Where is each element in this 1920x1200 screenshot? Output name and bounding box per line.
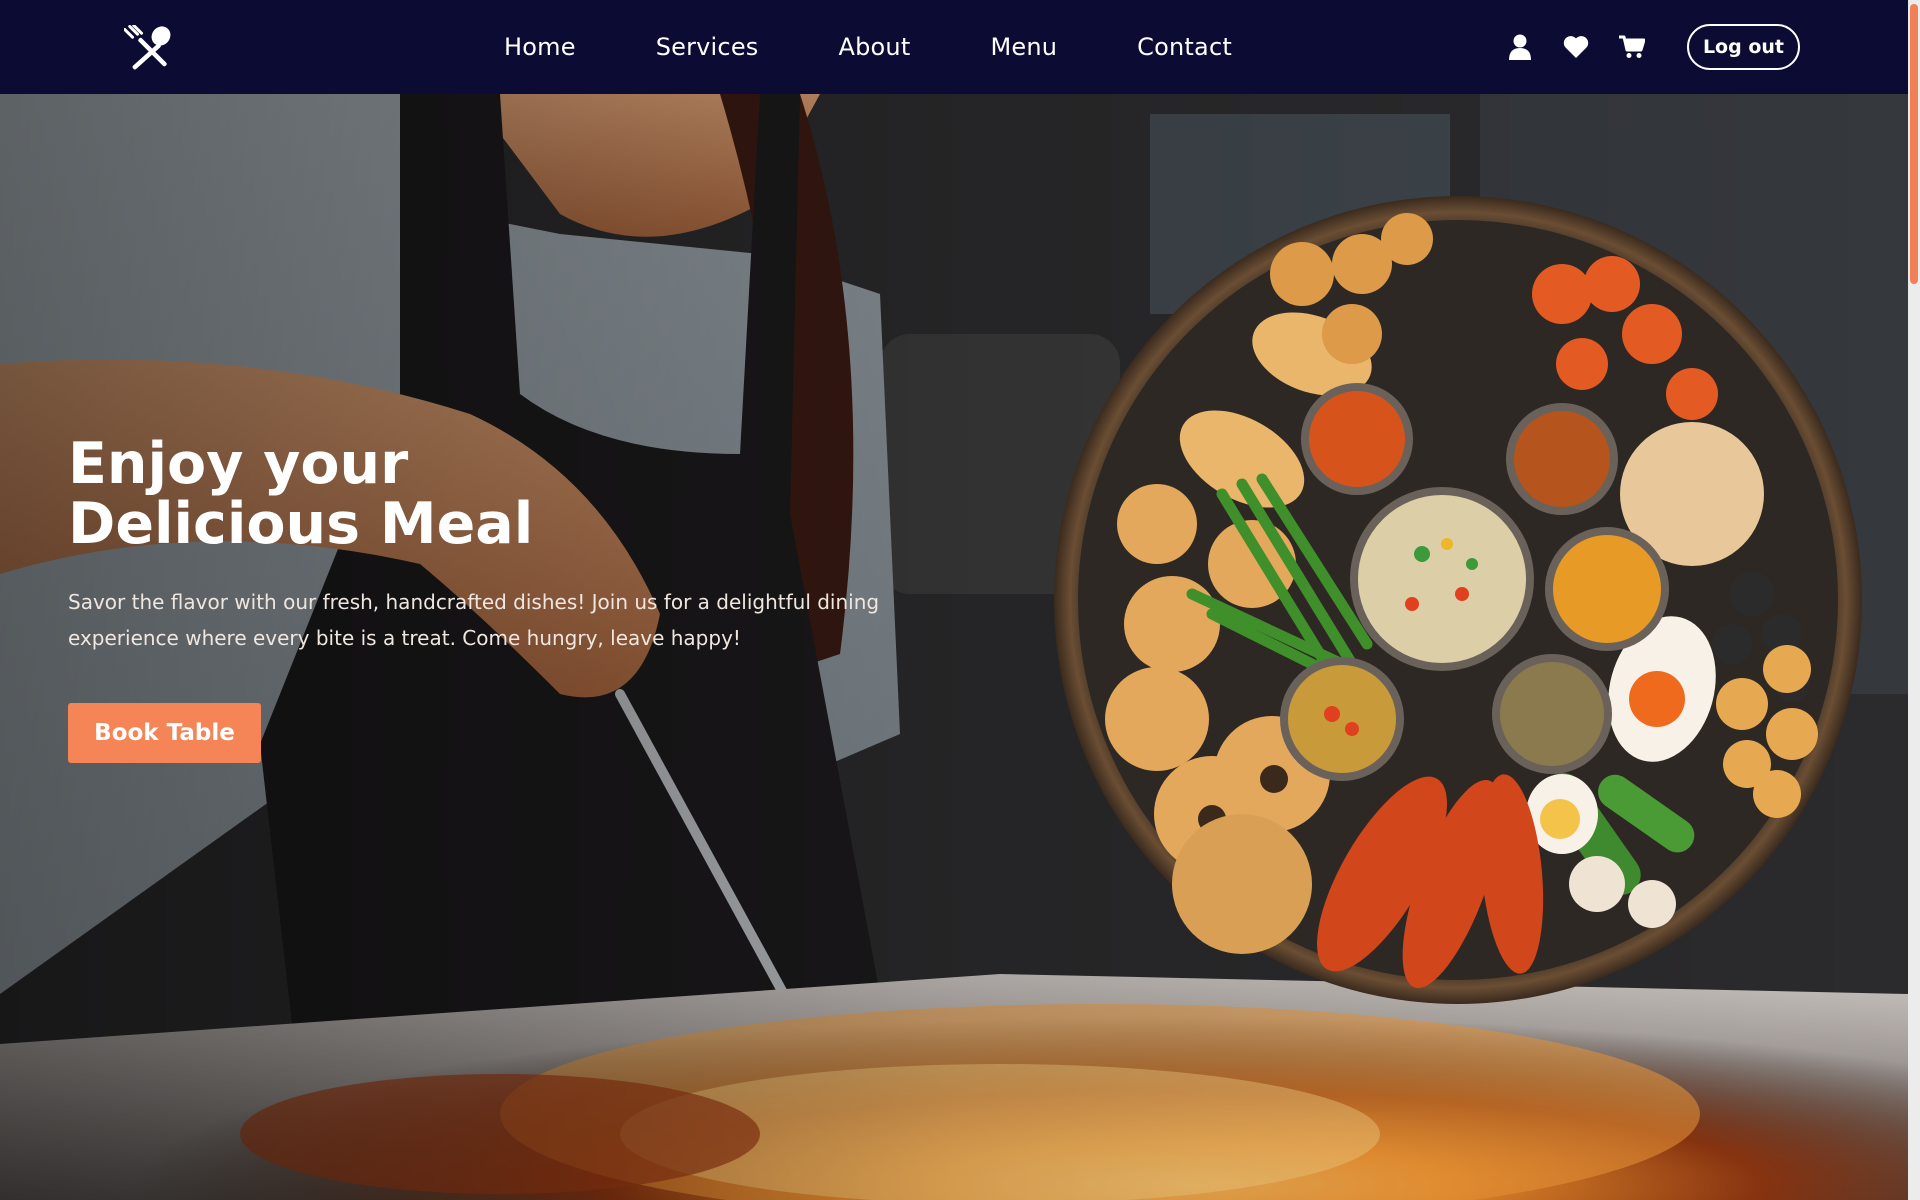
main-nav: Home Services About Menu Contact — [504, 0, 1312, 94]
scrollbar-thumb[interactable] — [1910, 4, 1918, 284]
food-platter-image — [1054, 196, 1862, 1004]
nav-link-contact[interactable]: Contact — [1137, 33, 1232, 61]
fork-spoon-logo-icon[interactable] — [123, 23, 176, 73]
nav-link-services[interactable]: Services — [656, 33, 759, 61]
heart-icon[interactable] — [1563, 34, 1589, 60]
hero-title-line-2: Delicious Meal — [68, 491, 534, 557]
user-icon[interactable] — [1507, 34, 1533, 60]
hero-section: Enjoy your Delicious Meal Savor the flav… — [0, 94, 1908, 1200]
navbar: Home Services About Menu Contact Log out — [0, 0, 1908, 94]
nav-actions: Log out — [1507, 0, 1800, 94]
cart-icon[interactable] — [1618, 34, 1645, 60]
nav-link-home[interactable]: Home — [504, 33, 576, 61]
logout-button[interactable]: Log out — [1686, 24, 1800, 70]
hero-title: Enjoy your Delicious Meal — [68, 434, 588, 554]
book-table-button[interactable]: Book Table — [68, 703, 261, 763]
nav-link-about[interactable]: About — [839, 33, 911, 61]
page: Home Services About Menu Contact Log out… — [0, 0, 1920, 1200]
hero-description: Savor the flavor with our fresh, handcra… — [68, 590, 880, 650]
hero-title-line-1: Enjoy your — [68, 431, 409, 497]
page-scrollbar[interactable] — [1908, 0, 1920, 1200]
nav-link-menu[interactable]: Menu — [990, 33, 1057, 61]
